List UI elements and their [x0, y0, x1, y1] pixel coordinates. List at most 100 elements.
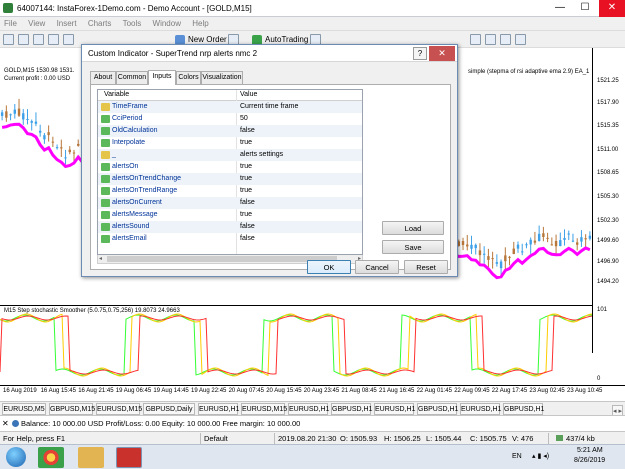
- chart-tab[interactable]: EURUSD,H1: [198, 403, 239, 415]
- menu-charts[interactable]: Charts: [88, 17, 112, 30]
- candle-body: [537, 233, 541, 241]
- input-row[interactable]: alertsEmail false: [98, 233, 362, 245]
- price-axis: 1521.25 1517.90 1515.35 1511.00 1508.65 …: [592, 48, 625, 382]
- file-explorer-icon[interactable]: [78, 447, 104, 468]
- input-value[interactable]: alerts settings: [240, 151, 283, 158]
- candle-body: [474, 244, 477, 249]
- candle-body: [567, 233, 570, 235]
- input-value[interactable]: Current time frame: [240, 103, 298, 110]
- candle-body: [64, 157, 67, 159]
- candle-body: [30, 121, 33, 123]
- input-row[interactable]: alertsMessage true: [98, 209, 362, 221]
- navigator-icon[interactable]: [48, 34, 59, 45]
- input-value[interactable]: true: [240, 139, 252, 146]
- input-row[interactable]: OldCalculation false: [98, 125, 362, 137]
- input-value[interactable]: 50: [240, 115, 248, 122]
- chart-tab[interactable]: EURUSD,M15: [96, 403, 142, 415]
- menu-tools[interactable]: Tools: [123, 17, 142, 30]
- chart-tab[interactable]: GBPUSD,Daily: [143, 403, 195, 415]
- input-name: CciPeriod: [112, 115, 143, 122]
- minimize-button[interactable]: —: [548, 0, 572, 17]
- input-row[interactable]: alertsOnCurrent false: [98, 197, 362, 209]
- start-button[interactable]: [6, 447, 26, 467]
- reset-button[interactable]: Reset: [404, 260, 448, 274]
- chart-tab[interactable]: EURUSD,H1: [374, 403, 415, 415]
- terminal-panel: ✕ Balance: 10 000.00 USD Profit/Loss: 0.…: [0, 415, 625, 431]
- input-row[interactable]: alertsSound false: [98, 221, 362, 233]
- ok-button[interactable]: OK: [307, 260, 351, 274]
- input-value[interactable]: false: [240, 223, 255, 230]
- input-row[interactable]: alertsOn true: [98, 161, 362, 173]
- chart-tab[interactable]: EURUSD,M5: [2, 403, 46, 415]
- candle-body: [495, 262, 499, 264]
- terminal-icon[interactable]: [63, 34, 74, 45]
- menu-insert[interactable]: Insert: [57, 17, 77, 30]
- save-button[interactable]: Save: [382, 240, 444, 254]
- input-row[interactable]: TimeFrame Current time frame: [98, 101, 362, 113]
- terminal-close-icon[interactable]: ✕: [2, 419, 9, 428]
- input-value[interactable]: false: [240, 127, 255, 134]
- time-tick: 16 Aug 2019: [3, 388, 37, 394]
- menu-file[interactable]: File: [4, 17, 17, 30]
- input-value[interactable]: true: [240, 175, 252, 182]
- zoom-in-icon[interactable]: [470, 34, 481, 45]
- chart-tab[interactable]: EURUSD,H1: [460, 403, 501, 415]
- tile-windows-icon[interactable]: [500, 34, 511, 45]
- input-value[interactable]: true: [240, 187, 252, 194]
- language-indicator[interactable]: EN: [512, 453, 522, 460]
- input-row[interactable]: _ alerts settings: [98, 149, 362, 161]
- scrollbar-thumb[interactable]: [107, 256, 337, 262]
- load-button[interactable]: Load: [382, 221, 444, 235]
- menu-window[interactable]: Window: [153, 17, 181, 30]
- input-name: alertsOnTrendChange: [112, 175, 182, 182]
- clock-date[interactable]: 8/26/2019: [574, 457, 605, 464]
- stochastic-subwindow[interactable]: [0, 305, 592, 383]
- candle-body: [34, 121, 38, 124]
- dialog-close-button[interactable]: ✕: [429, 46, 455, 61]
- metatrader-taskbar-icon[interactable]: [116, 447, 142, 468]
- maximize-button[interactable]: ☐: [573, 0, 597, 17]
- cancel-button[interactable]: Cancel: [355, 260, 399, 274]
- price-tick: 1517.90: [597, 100, 619, 106]
- input-row[interactable]: alertsOnTrendChange true: [98, 173, 362, 185]
- chart-tab[interactable]: GBPUSD,M15: [49, 403, 95, 415]
- value-column-header[interactable]: Value: [240, 91, 257, 98]
- chart-tab[interactable]: GBPUSD,H1: [417, 403, 458, 415]
- menu-help[interactable]: Help: [192, 17, 208, 30]
- variable-column-header[interactable]: Variable: [104, 91, 129, 98]
- input-value[interactable]: false: [240, 199, 255, 206]
- chart-tab[interactable]: EURUSD,H1: [288, 403, 329, 415]
- tab-visualization[interactable]: Visualization: [201, 71, 243, 84]
- chart-tab[interactable]: GBPUSD,H1: [503, 403, 544, 415]
- close-window-button[interactable]: ✕: [599, 0, 625, 17]
- profiles-icon[interactable]: [18, 34, 29, 45]
- tab-inputs[interactable]: Inputs: [148, 70, 176, 85]
- help-button[interactable]: ?: [413, 47, 427, 60]
- input-value[interactable]: true: [240, 211, 252, 218]
- menu-view[interactable]: View: [28, 17, 45, 30]
- tab-common[interactable]: Common: [116, 71, 148, 84]
- tray-icons[interactable]: ▴ ▮ ◂): [532, 452, 549, 460]
- input-value[interactable]: false: [240, 235, 255, 242]
- autoscroll-icon[interactable]: [515, 34, 526, 45]
- clock-time[interactable]: 5:21 AM: [577, 447, 603, 454]
- candle-body: [491, 258, 494, 260]
- input-row[interactable]: alertsOnTrendRange true: [98, 185, 362, 197]
- chrome-icon[interactable]: [38, 447, 64, 468]
- input-row[interactable]: CciPeriod 50: [98, 113, 362, 125]
- market-watch-icon[interactable]: [33, 34, 44, 45]
- zoom-out-icon[interactable]: [485, 34, 496, 45]
- dialog-title-bar[interactable]: Custom Indicator - SuperTrend nrp alerts…: [82, 45, 457, 62]
- chart-tab[interactable]: EURUSD,M15: [241, 403, 287, 415]
- candle-body: [17, 108, 21, 116]
- bar-volume: V: 476: [512, 434, 534, 443]
- input-value[interactable]: true: [240, 163, 252, 170]
- tab-colors[interactable]: Colors: [176, 71, 201, 84]
- chart-tab[interactable]: GBPUSD,H1: [331, 403, 372, 415]
- string-type-icon: [101, 151, 110, 159]
- scroll-left-icon[interactable]: ◂: [99, 255, 102, 262]
- new-chart-icon[interactable]: [3, 34, 14, 45]
- inputs-grid: Variable Value TimeFrame Current time fra…: [97, 89, 363, 255]
- input-row[interactable]: Interpolate true: [98, 137, 362, 149]
- tab-about[interactable]: About: [90, 71, 116, 84]
